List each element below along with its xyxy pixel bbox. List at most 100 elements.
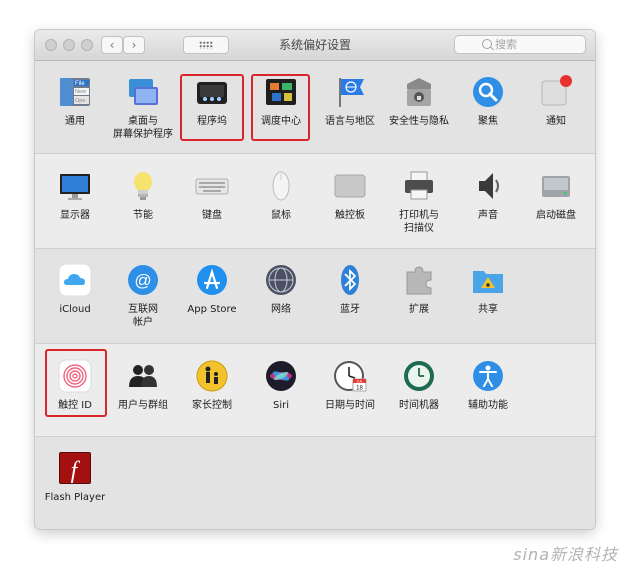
pref-time-machine[interactable]: 时间机器 [384,359,454,412]
date-time-icon: JUL 18 [333,359,367,393]
pref-internet-accounts[interactable]: @ 互联网 帐户 [108,263,178,329]
pref-label: 通用 [65,116,85,127]
highlight-dock [180,74,244,141]
internet-accounts-icon: @ [126,263,160,297]
pref-label: Siri [272,400,289,411]
icloud-icon [58,263,92,297]
pref-printers-scanners[interactable]: 打印机与 扫描仪 [384,169,454,235]
pref-security-privacy[interactable]: 安全性与隐私 [384,75,454,128]
pref-label: 显示器 [60,210,90,221]
section-other [35,437,595,529]
svg-text:File: File [75,81,85,87]
svg-text:@: @ [134,271,151,290]
pref-app-store[interactable]: App Store [177,263,247,316]
pref-label: 日期与时间 [325,400,375,411]
pref-trackpad[interactable]: 触控板 [315,169,385,222]
pref-sharing[interactable]: 共享 [453,263,523,316]
back-button[interactable]: ‹ [101,36,123,54]
pref-keyboard[interactable]: 键盘 [177,169,247,222]
pref-energy-saver[interactable]: 节能 [108,169,178,222]
pref-parental-controls[interactable]: 家长控制 [177,359,247,412]
svg-text:18: 18 [356,386,363,392]
window-title: 系统偏好设置 [278,38,351,52]
pref-spotlight[interactable]: 聚焦 [453,75,523,128]
siri-icon [264,359,298,393]
pref-label: 蓝牙 [340,304,360,315]
pref-label: 安全性与隐私 [389,116,449,127]
search-placeholder: 搜索 [495,38,517,51]
pref-notifications[interactable]: 通知 [521,75,591,128]
watermark: sina新浪科技 [513,545,618,564]
zoom-window-button[interactable] [81,39,93,51]
svg-text:Ope: Ope [75,98,85,104]
pref-label: 启动磁盘 [536,210,576,221]
titlebar: ‹ › 系统偏好设置 搜索 [35,30,595,61]
search-field[interactable]: 搜索 [454,35,586,54]
pref-startup-disk[interactable]: 启动磁盘 [521,169,591,222]
close-window-button[interactable] [45,39,57,51]
pref-label: 互联网 帐户 [128,304,158,328]
users-groups-icon [126,359,160,393]
pref-label: 触控板 [335,210,365,221]
desktop-screensaver-icon [126,75,160,109]
pref-label: App Store [187,304,237,315]
pref-label: 用户与群组 [118,400,168,411]
pref-label: iCloud [59,304,91,315]
pref-date-time[interactable]: JUL 18 日期与时间 [315,359,385,412]
search-icon [482,39,492,49]
pref-label: 鼠标 [271,210,291,221]
pref-label: 键盘 [202,210,222,221]
network-icon [264,263,298,297]
general-icon: File New Ope [58,75,92,109]
pref-mouse[interactable]: 鼠标 [246,169,316,222]
printers-scanners-icon [402,169,436,203]
sound-icon [471,169,505,203]
pref-language-region[interactable]: 语言与地区 [315,75,385,128]
time-machine-icon [402,359,436,393]
grid-icon [199,41,213,49]
pref-extensions[interactable]: 扩展 [384,263,454,316]
pref-network[interactable]: 网络 [246,263,316,316]
pref-label: 声音 [478,210,498,221]
pref-label: Flash Player [44,492,106,503]
security-privacy-icon [402,75,436,109]
trackpad-icon [333,169,367,203]
svg-text:JUL: JUL [356,380,362,384]
spotlight-icon [471,75,505,109]
flash-player-icon: f [58,451,92,485]
svg-text:New: New [75,89,86,95]
highlight-mission-control [251,74,310,141]
forward-button[interactable]: › [123,36,145,54]
parental-controls-icon [195,359,229,393]
keyboard-icon [195,169,229,203]
pref-accessibility[interactable]: 辅助功能 [453,359,523,412]
displays-icon [58,169,92,203]
pref-siri[interactable]: Siri [246,359,316,412]
pref-label: 通知 [546,116,566,127]
pref-users-groups[interactable]: 用户与群组 [108,359,178,412]
pref-bluetooth[interactable]: 蓝牙 [315,263,385,316]
pref-label: 扩展 [409,304,429,315]
pref-flash-player[interactable]: f Flash Player [40,451,110,504]
pref-label: 共享 [478,304,498,315]
app-store-icon [195,263,229,297]
system-preferences-window: ‹ › 系统偏好设置 搜索 File New Ope 通用 桌面与 屏幕保护程序 程序坞 调度… [35,30,595,529]
extensions-icon [402,263,436,297]
pref-label: 辅助功能 [468,400,508,411]
pref-label: 时间机器 [399,400,439,411]
energy-saver-icon [126,169,160,203]
pref-general[interactable]: File New Ope 通用 [40,75,110,128]
pref-icloud[interactable]: iCloud [40,263,110,316]
pref-sound[interactable]: 声音 [453,169,523,222]
accessibility-icon [471,359,505,393]
pref-label: 节能 [133,210,153,221]
minimize-window-button[interactable] [63,39,75,51]
pref-label: 打印机与 扫描仪 [399,210,439,234]
pref-desktop-screensaver[interactable]: 桌面与 屏幕保护程序 [108,75,178,141]
pref-label: 聚焦 [478,116,498,127]
pref-label: 家长控制 [192,400,232,411]
pref-label: 语言与地区 [325,116,375,127]
startup-disk-icon [539,169,573,203]
pref-displays[interactable]: 显示器 [40,169,110,222]
mouse-icon [264,169,298,203]
